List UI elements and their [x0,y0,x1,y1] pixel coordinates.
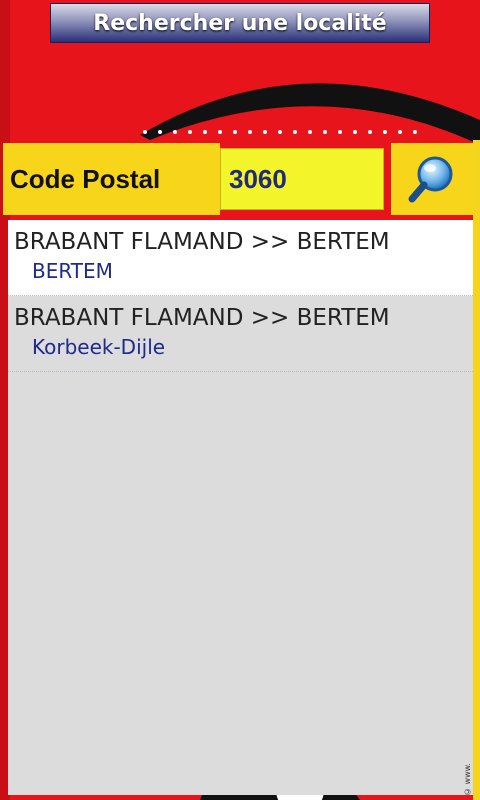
postal-code-input[interactable] [220,148,384,210]
copyright-text: © www. [463,763,472,796]
search-icon [408,156,453,203]
search-button[interactable] [389,143,473,215]
postal-code-search-row: Code Postal [0,140,475,216]
postal-code-label: Code Postal [3,143,220,215]
result-locality: Korbeek-Dijle [32,335,166,359]
window-title: Rechercher une localité [93,10,387,36]
list-item[interactable]: BRABANT FLAMAND >> BERTEM BERTEM [8,220,473,296]
right-edge-strip [473,140,480,800]
results-list: BRABANT FLAMAND >> BERTEM BERTEM BRABANT… [8,220,473,795]
result-locality: BERTEM [32,259,113,283]
list-item[interactable]: BRABANT FLAMAND >> BERTEM Korbeek-Dijle [8,296,473,372]
result-region: BRABANT FLAMAND >> BERTEM [14,305,390,331]
window-title-bar: Rechercher une localité [50,3,430,43]
result-region: BRABANT FLAMAND >> BERTEM [14,229,390,255]
